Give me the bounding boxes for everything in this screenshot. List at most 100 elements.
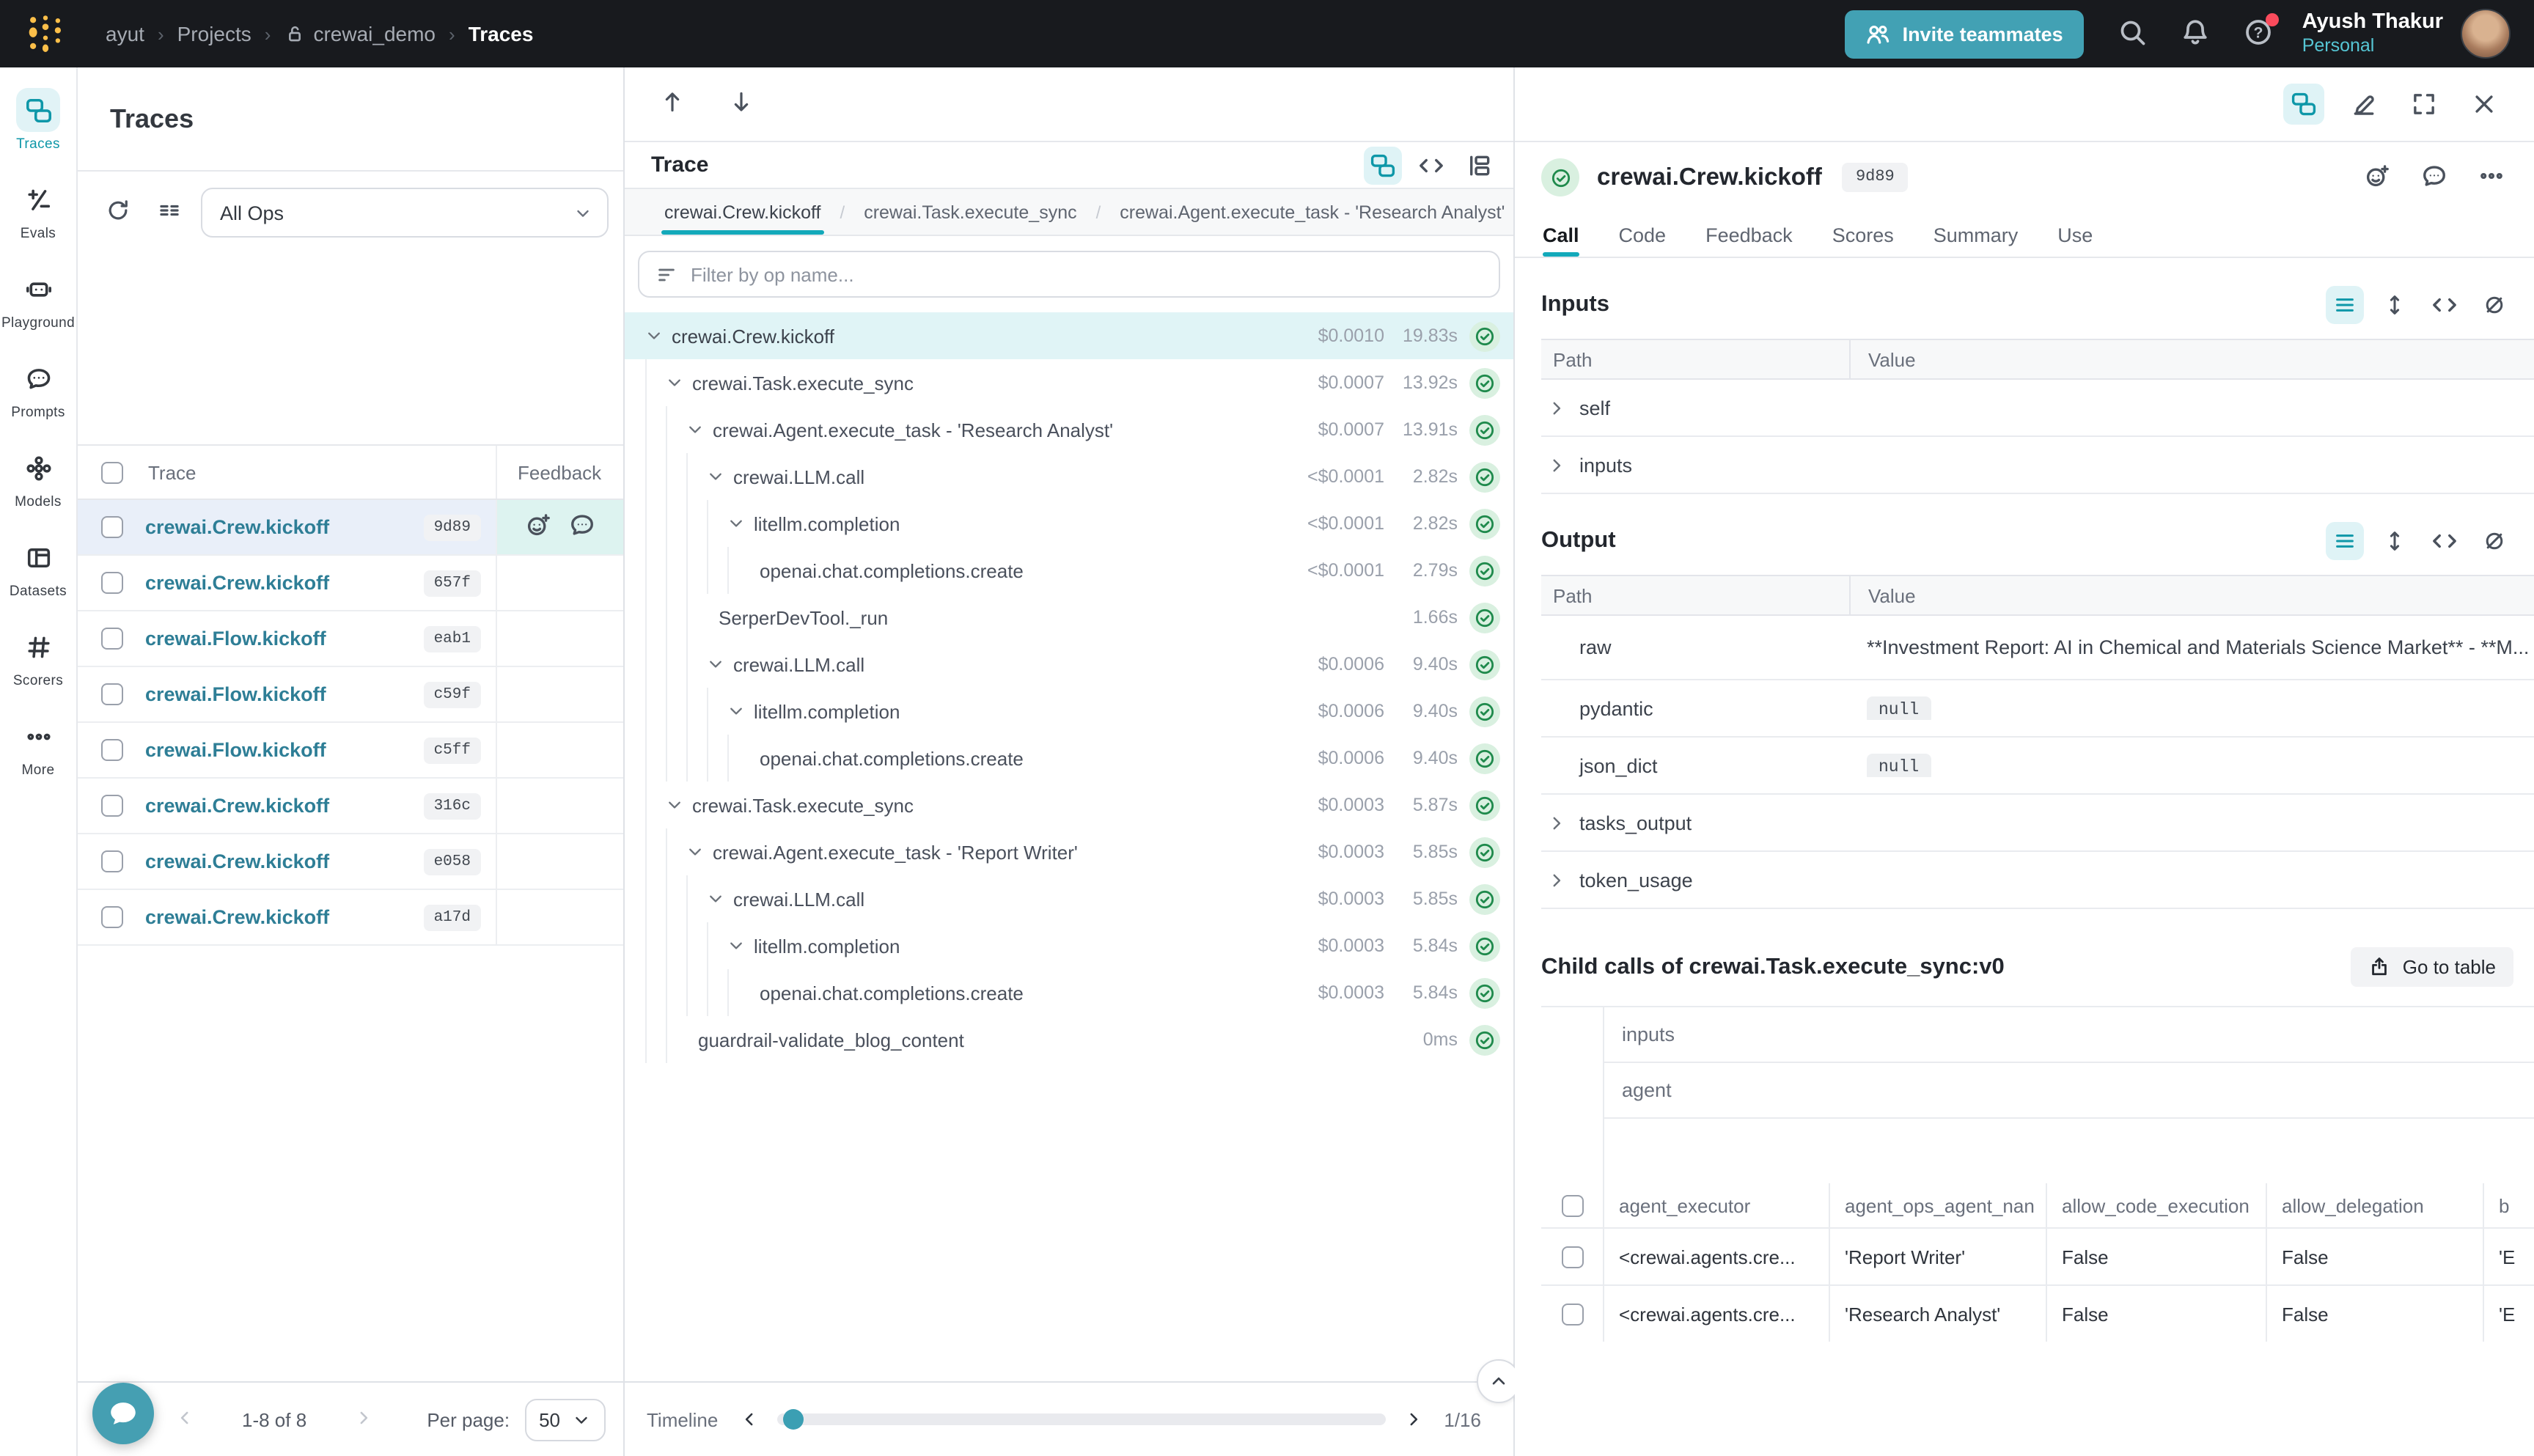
tab-use[interactable]: Use	[2057, 213, 2093, 257]
prev-page-button[interactable]	[166, 1404, 204, 1435]
expand-rows-button[interactable]	[2376, 286, 2414, 324]
fullscreen-button[interactable]	[2403, 84, 2445, 125]
row-chevron-right-icon[interactable]	[1547, 870, 1568, 889]
trace-column-header[interactable]: Trace	[145, 461, 496, 483]
rows-button[interactable]	[2326, 286, 2364, 324]
notifications-button[interactable]	[2181, 17, 2210, 51]
sidebar-item-prompts[interactable]: Prompts	[0, 356, 77, 421]
tab-scores[interactable]: Scores	[1832, 213, 1894, 257]
call-id-badge[interactable]: 9d89	[1843, 163, 1908, 192]
tree-chevron-down-icon[interactable]	[727, 937, 745, 955]
pencil-button[interactable]	[2343, 84, 2384, 125]
row-checkbox[interactable]	[100, 628, 122, 650]
table-row[interactable]: crewai.Crew.kickoff316c	[78, 779, 623, 834]
tab-feedback[interactable]: Feedback	[1705, 213, 1793, 257]
kv-row[interactable]: inputs	[1541, 437, 2534, 494]
tree-chevron-down-icon[interactable]	[666, 796, 683, 814]
kv-row[interactable]: self	[1541, 380, 2534, 437]
kv-row[interactable]: pydanticnull	[1541, 680, 2534, 738]
trace-tree-button[interactable]	[2283, 84, 2324, 125]
hide-button[interactable]	[2475, 522, 2513, 560]
row-checkbox[interactable]	[1561, 1303, 1583, 1325]
invite-teammates-button[interactable]: Invite teammates	[1846, 10, 2084, 58]
tree-chevron-down-icon[interactable]	[707, 890, 724, 908]
add-emoji-add-button[interactable]	[525, 512, 551, 543]
comment-button[interactable]	[2418, 159, 2450, 196]
sidebar-item-scorers[interactable]: Scorers	[0, 625, 77, 689]
child-column-header[interactable]: agent_ops_agent_nan	[1829, 1183, 2046, 1227]
view-code-button[interactable]	[1412, 146, 1450, 184]
child-column-header[interactable]: allow_delegation	[2266, 1183, 2483, 1227]
columns-button[interactable]	[150, 191, 189, 235]
code-button[interactable]	[2425, 286, 2464, 324]
kv-row[interactable]: raw**Investment Report: AI in Chemical a…	[1541, 616, 2534, 680]
trace-link[interactable]: crewai.Crew.kickoff	[145, 906, 424, 928]
trace-link[interactable]: crewai.Crew.kickoff	[145, 516, 424, 538]
tree-chevron-down-icon[interactable]	[666, 374, 683, 391]
close-button[interactable]	[2464, 84, 2505, 125]
row-chevron-right-icon[interactable]	[1547, 398, 1568, 417]
rows-button[interactable]	[2326, 522, 2364, 560]
go-to-table-button[interactable]: Go to table	[2351, 947, 2513, 987]
code-button[interactable]	[2425, 522, 2464, 560]
tree-chevron-down-icon[interactable]	[727, 702, 745, 720]
trace-tree-row[interactable]: crewai.LLM.call$0.00069.40s	[625, 641, 1513, 688]
per-page-select[interactable]: 50	[524, 1398, 606, 1441]
table-row[interactable]: crewai.Crew.kickoffa17d	[78, 890, 623, 946]
breadcrumb-account[interactable]: ayut	[106, 22, 144, 45]
breadcrumb-page[interactable]: Traces	[469, 22, 534, 45]
trace-tree-row[interactable]: guardrail-validate_blog_content0ms	[625, 1016, 1513, 1063]
trace-tree-row[interactable]: crewai.Agent.execute_task - 'Report Writ…	[625, 828, 1513, 875]
trace-tree-row[interactable]: crewai.Crew.kickoff$0.001019.83s	[625, 312, 1513, 359]
path-tab[interactable]: crewai.Agent.execute_task - 'Research An…	[1117, 189, 1507, 235]
sidebar-item-evals[interactable]: Evals	[0, 177, 77, 242]
child-table-row[interactable]: <crewai.agents.cre...'Research Analyst'F…	[1541, 1284, 2534, 1342]
trace-tree-row[interactable]: openai.chat.completions.create<$0.00012.…	[625, 547, 1513, 594]
child-column-header[interactable]: b	[2483, 1183, 2534, 1227]
row-checkbox[interactable]	[100, 906, 122, 928]
trace-link[interactable]: crewai.Crew.kickoff	[145, 795, 424, 817]
trace-tree-row[interactable]: litellm.completion<$0.00012.82s	[625, 500, 1513, 547]
timeline-prev-button[interactable]	[738, 1409, 759, 1430]
collapse-timeline-button[interactable]	[1477, 1359, 1521, 1403]
add-comment-button[interactable]	[569, 512, 595, 543]
view-flame-graph-button[interactable]	[1461, 146, 1499, 184]
more-dots-button[interactable]	[2475, 159, 2508, 196]
tab-code[interactable]: Code	[1619, 213, 1667, 257]
trace-link[interactable]: crewai.Crew.kickoff	[145, 850, 424, 872]
avatar[interactable]	[2461, 9, 2511, 59]
trace-tree-row[interactable]: crewai.Agent.execute_task - 'Research An…	[625, 406, 1513, 453]
tab-call[interactable]: Call	[1543, 213, 1579, 257]
breadcrumb-project[interactable]: crewai_demo	[284, 22, 436, 45]
trace-tree-row[interactable]: litellm.completion$0.00035.84s	[625, 922, 1513, 969]
sidebar-item-datasets[interactable]: Datasets	[0, 535, 77, 600]
tree-chevron-down-icon[interactable]	[707, 468, 724, 485]
table-row[interactable]: crewai.Crew.kickoff9d89	[78, 500, 623, 556]
kv-row[interactable]: token_usage	[1541, 852, 2534, 909]
op-name-filter-input[interactable]	[691, 263, 1483, 285]
select-all-checkbox[interactable]	[1561, 1194, 1583, 1216]
next-page-button[interactable]	[345, 1404, 383, 1435]
sidebar-item-traces[interactable]: Traces	[0, 88, 77, 152]
trace-tree-row[interactable]: openai.chat.completions.create$0.00035.8…	[625, 969, 1513, 1016]
trace-tree-row[interactable]: crewai.LLM.call$0.00035.85s	[625, 875, 1513, 922]
feedback-column-header[interactable]: Feedback	[496, 446, 623, 499]
table-row[interactable]: crewai.Crew.kickoffe058	[78, 834, 623, 890]
support-chat-button[interactable]	[92, 1383, 154, 1444]
view-trace-tree-button[interactable]	[1364, 146, 1402, 184]
child-column-header[interactable]: agent_executor	[1603, 1183, 1829, 1227]
child-column-header[interactable]: allow_code_execution	[2046, 1183, 2266, 1227]
refresh-button[interactable]	[98, 191, 138, 235]
trace-tree-row[interactable]: crewai.Task.execute_sync$0.00035.87s	[625, 782, 1513, 828]
row-checkbox[interactable]	[100, 850, 122, 872]
tree-chevron-down-icon[interactable]	[686, 843, 704, 861]
sidebar-item-more[interactable]: More	[0, 714, 77, 779]
timeline-slider-handle[interactable]	[782, 1409, 803, 1430]
user-info[interactable]: Ayush Thakur Personal	[2302, 9, 2443, 59]
ops-filter-select[interactable]: All Ops	[201, 188, 609, 238]
emoji-add-button[interactable]	[2361, 159, 2393, 196]
timeline-slider[interactable]	[776, 1413, 1385, 1425]
table-row[interactable]: crewai.Flow.kickoffc59f	[78, 667, 623, 723]
table-row[interactable]: crewai.Flow.kickoffeab1	[78, 611, 623, 667]
expand-rows-button[interactable]	[2376, 522, 2414, 560]
